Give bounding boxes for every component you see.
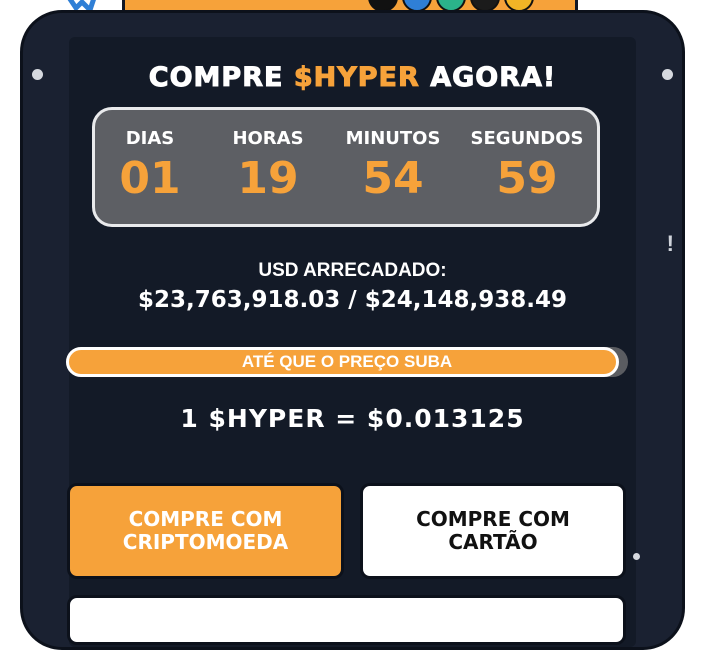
next-action-button[interactable] [67, 595, 626, 645]
countdown-value: 19 [237, 153, 299, 204]
countdown-value: 59 [496, 153, 558, 204]
title-token: $HYPER [293, 62, 420, 94]
countdown-seconds: SEGUNDOS 59 [465, 128, 589, 204]
countdown-days: DIAS 01 [115, 128, 185, 204]
title-suffix: AGORA! [419, 62, 557, 94]
raised-label: USD ARRECADADO: [258, 260, 447, 281]
countdown-minutes: MINUTOS 54 [338, 128, 448, 204]
buy-with-crypto-label: COMPRE COM CRIPTOMOEDA [122, 507, 289, 554]
buy-with-crypto-button[interactable]: COMPRE COM CRIPTOMOEDA [67, 483, 344, 579]
countdown-label: MINUTOS [345, 128, 441, 149]
countdown-label: HORAS [232, 128, 304, 149]
buy-with-card-label: COMPRE COM CARTÃO [416, 507, 570, 554]
buy-with-card-button[interactable]: COMPRE COM CARTÃO [360, 483, 626, 579]
token-price: 1 $HYPER = $0.013125 [180, 404, 525, 433]
countdown-value: 01 [119, 153, 181, 204]
countdown-label: DIAS [125, 128, 175, 149]
title-prefix: COMPRE [148, 62, 294, 94]
progress-caption: ATÉ QUE O PREÇO SUBA [241, 352, 453, 371]
raised-amount: $23,763,918.03 / $24,148,938.49 [138, 287, 567, 313]
countdown-value: 54 [362, 153, 424, 204]
countdown-hours: HORAS 19 [223, 128, 313, 204]
side-handle-icon: ! [666, 231, 674, 256]
countdown-label: SEGUNDOS [470, 128, 584, 149]
rivet-icon [633, 553, 640, 560]
page-title: COMPRE $HYPER AGORA! [20, 62, 685, 94]
countdown-timer: DIAS 01 HORAS 19 MINUTOS 54 SEGUNDOS 59 [92, 107, 600, 227]
raise-progress-bar: ATÉ QUE O PREÇO SUBA [66, 347, 628, 377]
